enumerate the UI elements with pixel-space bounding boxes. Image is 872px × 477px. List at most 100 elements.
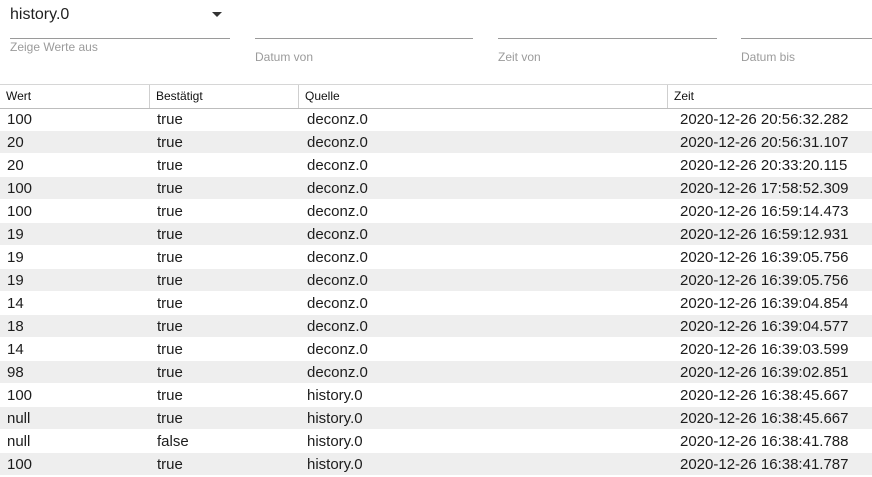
- date-to-label: Datum bis: [741, 50, 796, 64]
- cell-time: 2020-12-26 16:39:05.756: [680, 272, 849, 289]
- table-row[interactable]: 100 true deconz.0 2020-12-26 16:59:14.473: [0, 200, 872, 223]
- instance-select-label: Zeige Werte aus: [10, 40, 98, 54]
- cell-source: history.0: [307, 433, 363, 450]
- table-row[interactable]: null true history.0 2020-12-26 16:38:45.667: [0, 407, 872, 430]
- cell-time: 2020-12-26 16:39:04.854: [680, 295, 849, 312]
- cell-acknowledged: true: [157, 295, 183, 312]
- cell-acknowledged: true: [157, 410, 183, 427]
- table-row[interactable]: 18 true deconz.0 2020-12-26 16:39:04.577: [0, 315, 872, 338]
- cell-acknowledged: true: [157, 341, 183, 358]
- time-from-underline: [498, 38, 717, 39]
- cell-time: 2020-12-26 16:39:04.577: [680, 318, 849, 335]
- table-row[interactable]: 19 true deconz.0 2020-12-26 16:39:05.756: [0, 269, 872, 292]
- cell-value: 20: [7, 157, 24, 174]
- time-from-field[interactable]: Zeit von: [498, 0, 717, 64]
- cell-time: 2020-12-26 16:59:14.473: [680, 203, 849, 220]
- cell-value: 100: [7, 387, 33, 404]
- table-row[interactable]: 20 true deconz.0 2020-12-26 20:56:31.107: [0, 131, 872, 154]
- table-row[interactable]: 14 true deconz.0 2020-12-26 16:39:04.854: [0, 292, 872, 315]
- cell-source: deconz.0: [307, 180, 368, 197]
- cell-acknowledged: true: [157, 134, 183, 151]
- cell-value: 98: [7, 364, 24, 381]
- cell-time: 2020-12-26 16:59:12.931: [680, 226, 849, 243]
- table-row[interactable]: 100 true history.0 2020-12-26 16:38:45.667: [0, 384, 872, 407]
- cell-source: history.0: [307, 456, 363, 473]
- column-header-acknowledged[interactable]: Bestätigt: [150, 85, 299, 108]
- cell-source: history.0: [307, 387, 363, 404]
- cell-time: 2020-12-26 16:39:05.756: [680, 249, 849, 266]
- table-header: Wert Bestätigt Quelle Zeit: [0, 84, 872, 109]
- cell-value: 18: [7, 318, 24, 335]
- cell-acknowledged: true: [157, 226, 183, 243]
- table-row[interactable]: 100 true deconz.0 2020-12-26 17:58:52.309: [0, 177, 872, 200]
- cell-time: 2020-12-26 20:56:31.107: [680, 134, 849, 151]
- cell-value: null: [7, 410, 31, 427]
- cell-source: deconz.0: [307, 295, 368, 312]
- table-row[interactable]: 100 true deconz.0 2020-12-26 20:56:32.282: [0, 108, 872, 131]
- cell-acknowledged: true: [157, 387, 183, 404]
- time-from-label: Zeit von: [498, 50, 541, 64]
- instance-select-underline: [10, 38, 230, 39]
- instance-select[interactable]: history.0 Zeige Werte aus: [10, 0, 230, 60]
- cell-acknowledged: true: [157, 318, 183, 335]
- cell-time: 2020-12-26 20:33:20.115: [680, 157, 848, 174]
- date-from-underline: [255, 38, 473, 39]
- cell-acknowledged: false: [157, 433, 189, 450]
- cell-source: deconz.0: [307, 318, 368, 335]
- date-to-underline: [741, 38, 872, 39]
- cell-source: deconz.0: [307, 157, 368, 174]
- cell-source: deconz.0: [307, 134, 368, 151]
- cell-source: deconz.0: [307, 272, 368, 289]
- column-header-time[interactable]: Zeit: [668, 85, 872, 108]
- date-from-field[interactable]: Datum von: [255, 0, 473, 64]
- cell-value: 19: [7, 226, 24, 243]
- cell-source: deconz.0: [307, 364, 368, 381]
- date-to-field[interactable]: Datum bis: [741, 0, 872, 64]
- cell-value: 20: [7, 134, 24, 151]
- cell-value: 14: [7, 341, 24, 358]
- cell-time: 2020-12-26 16:38:45.667: [680, 410, 849, 427]
- table-row[interactable]: 20 true deconz.0 2020-12-26 20:33:20.115: [0, 154, 872, 177]
- table-row[interactable]: 14 true deconz.0 2020-12-26 16:39:03.599: [0, 338, 872, 361]
- cell-acknowledged: true: [157, 272, 183, 289]
- cell-value: 100: [7, 203, 33, 220]
- table-row[interactable]: null false history.0 2020-12-26 16:38:41.78…: [0, 430, 872, 453]
- cell-value: 14: [7, 295, 24, 312]
- table-row[interactable]: 100 true history.0 2020-12-26 16:38:41.787: [0, 453, 872, 476]
- cell-value: 19: [7, 249, 24, 266]
- cell-acknowledged: true: [157, 364, 183, 381]
- cell-source: deconz.0: [307, 249, 368, 266]
- column-header-source[interactable]: Quelle: [299, 85, 668, 108]
- chevron-down-icon[interactable]: [212, 12, 222, 17]
- history-table: Wert Bestätigt Quelle Zeit 100 true deconz…: [0, 84, 872, 476]
- cell-source: history.0: [307, 410, 363, 427]
- cell-value: 100: [7, 180, 33, 197]
- filter-bar: history.0 Zeige Werte aus Datum von Zeit…: [0, 0, 872, 84]
- cell-acknowledged: true: [157, 249, 183, 266]
- cell-time: 2020-12-26 17:58:52.309: [680, 180, 849, 197]
- table-body: 100 true deconz.0 2020-12-26 20:56:32.282 20…: [0, 108, 872, 476]
- cell-acknowledged: true: [157, 111, 183, 128]
- table-row[interactable]: 19 true deconz.0 2020-12-26 16:39:05.756: [0, 246, 872, 269]
- cell-time: 2020-12-26 20:56:32.282: [680, 111, 849, 128]
- table-row[interactable]: 19 true deconz.0 2020-12-26 16:59:12.931: [0, 223, 872, 246]
- cell-value: null: [7, 433, 31, 450]
- date-from-label: Datum von: [255, 50, 314, 64]
- cell-value: 100: [7, 111, 33, 128]
- cell-acknowledged: true: [157, 157, 183, 174]
- instance-select-value[interactable]: history.0: [10, 6, 69, 24]
- column-header-value[interactable]: Wert: [0, 85, 150, 108]
- cell-value: 19: [7, 272, 24, 289]
- cell-acknowledged: true: [157, 456, 183, 473]
- cell-time: 2020-12-26 16:39:03.599: [680, 341, 849, 358]
- cell-time: 2020-12-26 16:38:41.787: [680, 456, 849, 473]
- cell-source: deconz.0: [307, 203, 368, 220]
- table-row[interactable]: 98 true deconz.0 2020-12-26 16:39:02.851: [0, 361, 872, 384]
- cell-value: 100: [7, 456, 33, 473]
- cell-time: 2020-12-26 16:38:41.788: [680, 433, 849, 450]
- cell-acknowledged: true: [157, 180, 183, 197]
- cell-time: 2020-12-26 16:39:02.851: [680, 364, 849, 381]
- cell-source: deconz.0: [307, 226, 368, 243]
- cell-source: deconz.0: [307, 111, 368, 128]
- cell-time: 2020-12-26 16:38:45.667: [680, 387, 849, 404]
